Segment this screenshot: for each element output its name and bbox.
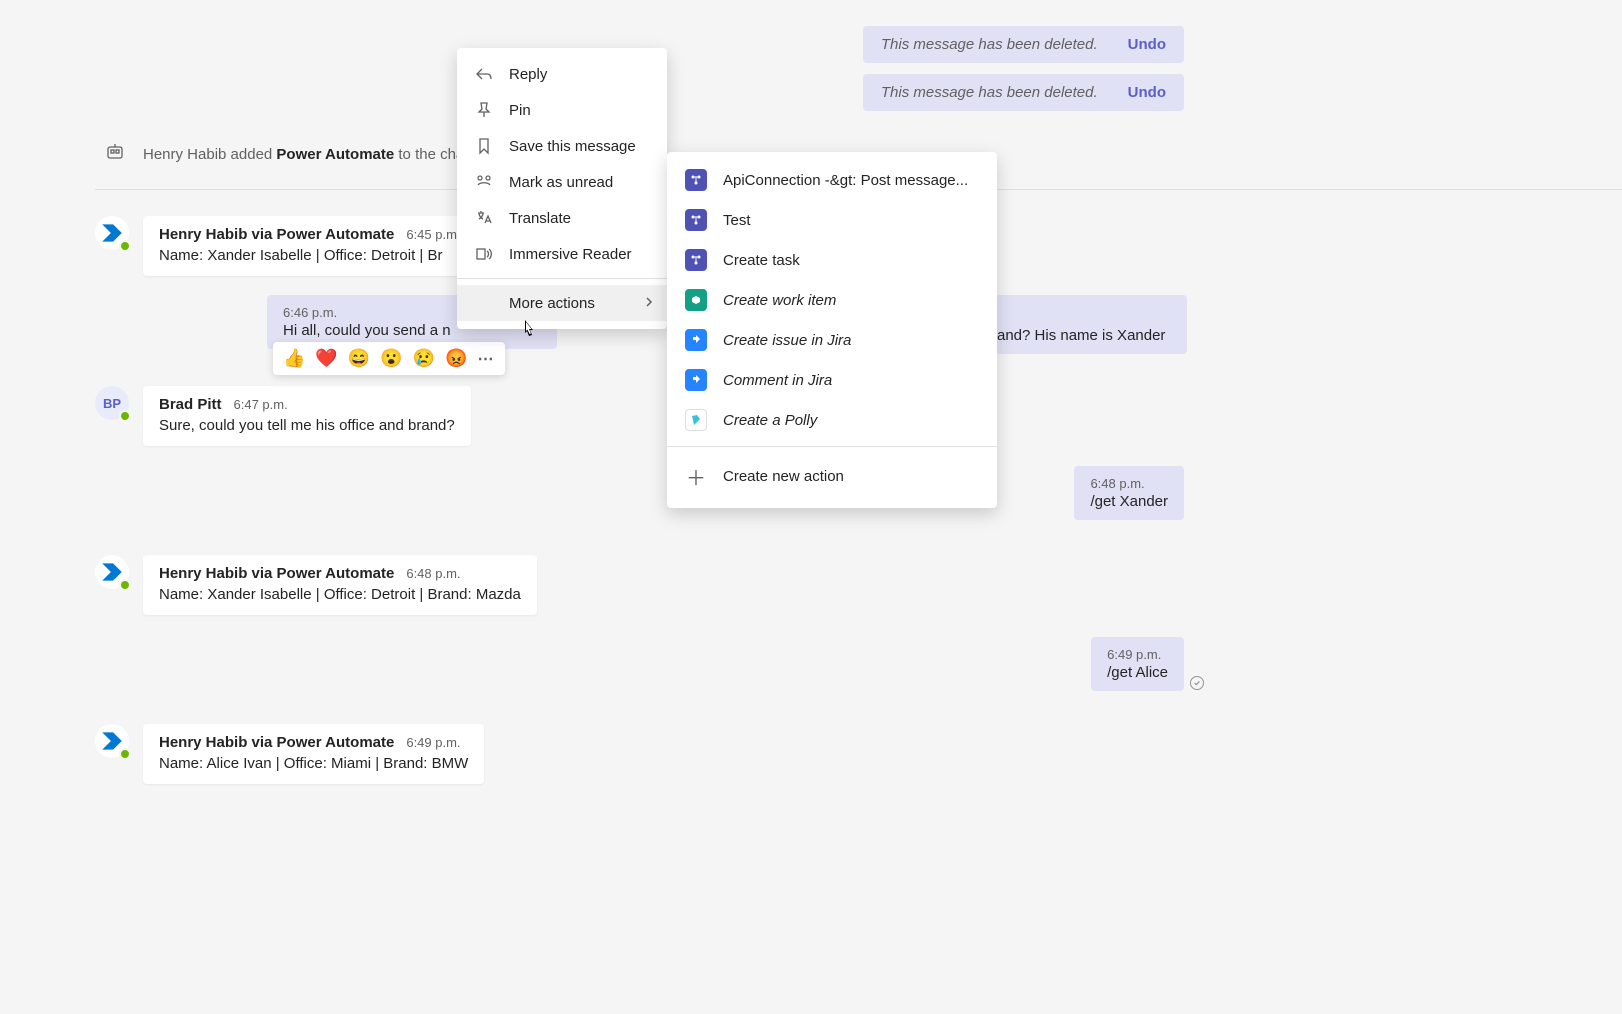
menu-separator — [457, 278, 667, 279]
more-actions-submenu: ApiConnection -&gt: Post message... Test… — [667, 152, 997, 508]
pin-icon — [475, 101, 493, 119]
submenu-item-create-work-item[interactable]: Create work item — [667, 280, 997, 320]
message-bubble[interactable]: Brad Pitt 6:47 p.m. Sure, could you tell… — [143, 386, 471, 446]
unread-icon — [475, 173, 493, 191]
message-bubble[interactable]: Henry Habib via Power Automate 6:45 p.m.… — [143, 216, 477, 276]
menu-item-reply[interactable]: Reply — [457, 56, 667, 92]
message-body: and? His name is Xander — [997, 327, 1171, 344]
message-time: 6:45 p.m. — [406, 227, 460, 242]
submenu-item-create-jira-issue[interactable]: Create issue in Jira — [667, 320, 997, 360]
message-row: Henry Habib via Power Automate 6:45 p.m.… — [95, 216, 477, 276]
bot-icon — [105, 142, 125, 167]
message-time: 6:49 p.m. — [406, 735, 460, 750]
menu-item-more-actions[interactable]: More actions — [457, 285, 667, 321]
sender-name: Henry Habib via Power Automate — [159, 226, 394, 243]
immersive-reader-icon — [475, 245, 493, 263]
submenu-item-create-polly[interactable]: Create a Polly — [667, 400, 997, 440]
message-body: Name: Alice Ivan | Office: Miami | Brand… — [159, 755, 468, 772]
sender-name: Henry Habib via Power Automate — [159, 734, 394, 751]
reaction-like[interactable]: 👍 — [283, 348, 305, 369]
reaction-bar: 👍 ❤️ 😄 😮 😢 😡 ⋯ — [273, 342, 505, 375]
message-row: Henry Habib via Power Automate 6:49 p.m.… — [95, 724, 484, 784]
message-bubble[interactable]: Henry Habib via Power Automate 6:49 p.m.… — [143, 724, 484, 784]
chat-area: This message has been deleted. Undo This… — [95, 0, 1622, 1014]
reaction-heart[interactable]: ❤️ — [315, 348, 337, 369]
reaction-surprised[interactable]: 😮 — [380, 348, 402, 369]
avatar-power-automate[interactable] — [95, 555, 129, 589]
reaction-sad[interactable]: 😢 — [413, 348, 435, 369]
seen-indicator-icon — [1190, 676, 1204, 690]
my-message-bubble-right[interactable]: and? His name is Xander — [995, 295, 1187, 354]
blank-icon — [475, 294, 493, 312]
submenu-item-apiconnection[interactable]: ApiConnection -&gt: Post message... — [667, 160, 997, 200]
translate-icon — [475, 209, 493, 227]
sender-name: Henry Habib via Power Automate — [159, 565, 394, 582]
message-body: Name: Xander Isabelle | Office: Detroit … — [159, 586, 521, 603]
reaction-laugh[interactable]: 😄 — [348, 348, 370, 369]
message-row: Henry Habib via Power Automate 6:48 p.m.… — [95, 555, 537, 615]
bookmark-icon — [475, 137, 493, 155]
message-time: 6:48 p.m. — [1090, 476, 1168, 491]
my-message-bubble[interactable]: 6:48 p.m. /get Xander — [1074, 466, 1184, 520]
context-menu: Reply Pin Save this message Mark as unre… — [457, 48, 667, 329]
presence-available-icon — [119, 748, 131, 760]
submenu-item-test[interactable]: Test — [667, 200, 997, 240]
flow-icon — [685, 169, 707, 191]
presence-available-icon — [119, 240, 131, 252]
reply-icon — [475, 65, 493, 83]
undo-link[interactable]: Undo — [1128, 84, 1166, 101]
chevron-right-icon — [643, 295, 655, 312]
deleted-banner: This message has been deleted. Undo — [863, 26, 1184, 63]
system-event-text: Henry Habib added Power Automate to the … — [143, 146, 473, 163]
message-row: BP Brad Pitt 6:47 p.m. Sure, could you t… — [95, 386, 471, 446]
message-body: /get Alice — [1107, 664, 1168, 681]
submenu-item-comment-jira[interactable]: Comment in Jira — [667, 360, 997, 400]
reaction-angry[interactable]: 😡 — [445, 348, 467, 369]
menu-separator — [667, 446, 997, 447]
flow-icon — [685, 249, 707, 271]
message-body: Name: Xander Isabelle | Office: Detroit … — [159, 247, 461, 264]
menu-item-mark-unread[interactable]: Mark as unread — [457, 164, 667, 200]
submenu-item-create-new-action[interactable]: ＋ Create new action — [667, 453, 997, 500]
deleted-banner: This message has been deleted. Undo — [863, 74, 1184, 111]
avatar-initials: BP — [103, 396, 121, 411]
sender-name: Brad Pitt — [159, 396, 222, 413]
jira-icon — [685, 329, 707, 351]
message-time: 6:47 p.m. — [234, 397, 288, 412]
submenu-item-create-task[interactable]: Create task — [667, 240, 997, 280]
polly-icon — [685, 409, 707, 431]
menu-item-pin[interactable]: Pin — [457, 92, 667, 128]
presence-available-icon — [119, 579, 131, 591]
message-body: /get Xander — [1090, 493, 1168, 510]
more-options-icon[interactable]: ⋯ — [478, 349, 495, 369]
menu-item-save[interactable]: Save this message — [457, 128, 667, 164]
message-body: Sure, could you tell me his office and b… — [159, 417, 455, 434]
undo-link[interactable]: Undo — [1128, 36, 1166, 53]
avatar-user[interactable]: BP — [95, 386, 129, 420]
message-time: 6:49 p.m. — [1107, 647, 1168, 662]
avatar-power-automate[interactable] — [95, 724, 129, 758]
my-message-bubble[interactable]: 6:49 p.m. /get Alice — [1091, 637, 1184, 691]
menu-item-immersive-reader[interactable]: Immersive Reader — [457, 236, 667, 272]
jira-icon — [685, 369, 707, 391]
menu-item-translate[interactable]: Translate — [457, 200, 667, 236]
flow-icon — [685, 209, 707, 231]
message-bubble[interactable]: Henry Habib via Power Automate 6:48 p.m.… — [143, 555, 537, 615]
deleted-text: This message has been deleted. — [881, 84, 1098, 101]
message-time: 6:48 p.m. — [406, 566, 460, 581]
presence-available-icon — [119, 410, 131, 422]
azure-devops-icon — [685, 289, 707, 311]
plus-icon: ＋ — [685, 462, 707, 491]
avatar-power-automate[interactable] — [95, 216, 129, 250]
deleted-text: This message has been deleted. — [881, 36, 1098, 53]
